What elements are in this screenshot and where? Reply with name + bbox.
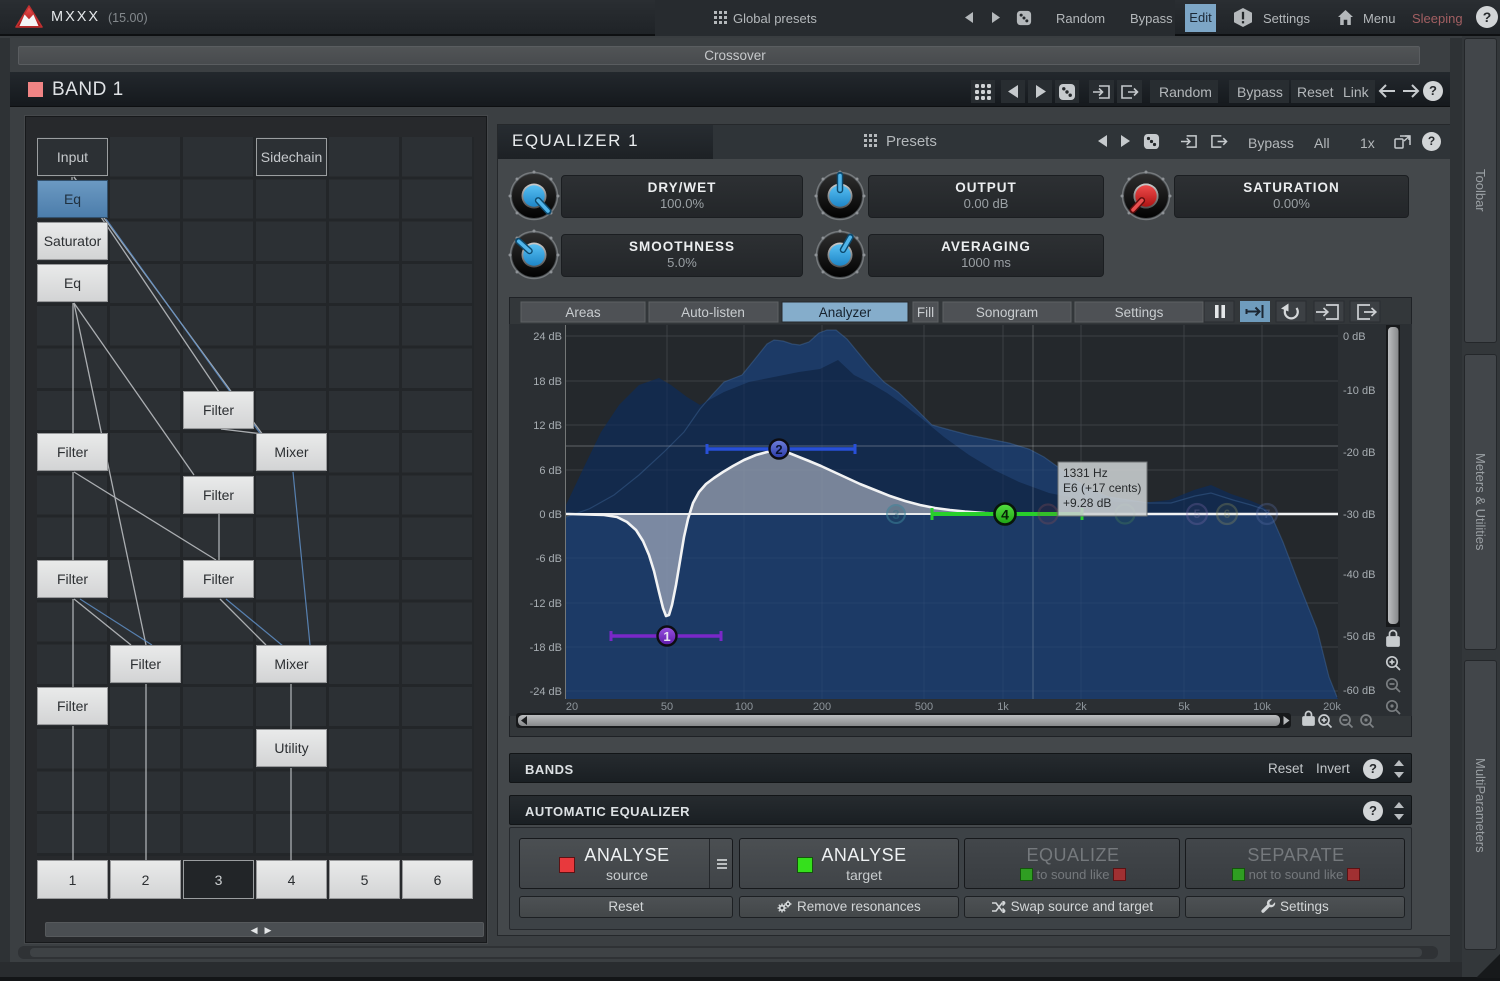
svg-text:Settings: Settings [1115, 305, 1164, 320]
svg-text:1: 1 [663, 629, 670, 644]
svg-text:10k: 10k [1253, 701, 1271, 713]
svg-text:6: 6 [1224, 507, 1231, 521]
svg-text:+9.28 dB: +9.28 dB [1063, 496, 1111, 510]
svg-text:6 dB: 6 dB [539, 465, 562, 477]
svg-text:12 dB: 12 dB [533, 420, 562, 432]
svg-text:5k: 5k [1178, 701, 1190, 713]
svg-text:-10 dB: -10 dB [1343, 385, 1375, 397]
svg-text:500: 500 [915, 701, 933, 713]
svg-text:1k: 1k [997, 701, 1009, 713]
svg-text:Auto-listen: Auto-listen [681, 305, 745, 320]
svg-text:200: 200 [813, 701, 831, 713]
svg-text:20k: 20k [1323, 701, 1341, 713]
svg-text:-18 dB: -18 dB [530, 642, 562, 654]
svg-text:24 dB: 24 dB [533, 331, 562, 343]
svg-text:-12 dB: -12 dB [530, 598, 562, 610]
svg-text:-40 dB: -40 dB [1343, 569, 1375, 581]
svg-text:50: 50 [661, 701, 673, 713]
svg-text:Analyzer: Analyzer [819, 305, 872, 320]
svg-text:-6 dB: -6 dB [536, 553, 562, 565]
svg-text:Areas: Areas [565, 305, 601, 320]
svg-text:Fill: Fill [917, 305, 934, 320]
svg-text:100: 100 [735, 701, 753, 713]
svg-text:0 dB: 0 dB [539, 509, 562, 521]
svg-text:-50 dB: -50 dB [1343, 631, 1375, 643]
svg-text:-20 dB: -20 dB [1343, 447, 1375, 459]
svg-text:-30 dB: -30 dB [1343, 509, 1375, 521]
svg-text:2: 2 [775, 442, 782, 457]
svg-text:-60 dB: -60 dB [1343, 685, 1375, 697]
svg-text:E6 (+17 cents): E6 (+17 cents) [1063, 481, 1141, 495]
svg-text:1331 Hz: 1331 Hz [1063, 466, 1108, 480]
svg-text:18 dB: 18 dB [533, 376, 562, 388]
svg-text:-24 dB: -24 dB [530, 686, 562, 698]
svg-text:7: 7 [1264, 507, 1271, 521]
svg-text:0 dB: 0 dB [1343, 331, 1366, 343]
svg-text:Sonogram: Sonogram [976, 305, 1038, 320]
svg-text:3: 3 [892, 507, 899, 522]
svg-text:4: 4 [1001, 507, 1009, 523]
svg-text:20: 20 [566, 701, 578, 713]
svg-text:5: 5 [1194, 507, 1201, 521]
svg-text:2k: 2k [1075, 701, 1087, 713]
